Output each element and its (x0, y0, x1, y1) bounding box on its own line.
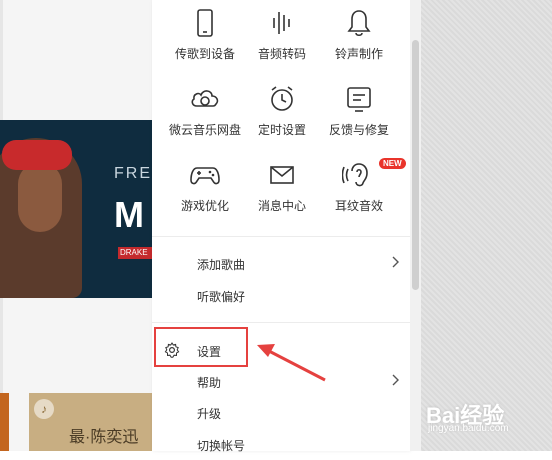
menu-item-weiyun-drive[interactable]: 微云音乐网盘 (165, 84, 245, 144)
banner-tag: DRAKE (118, 247, 152, 259)
menu-item-timer-settings[interactable]: 定时设置 (242, 84, 322, 144)
menu-divider (152, 236, 410, 237)
playlist-thumbnail-chen[interactable]: ♪ 最·陈奕迅 (29, 393, 152, 451)
menu-item-label: 耳纹音效 (334, 199, 383, 213)
chevron-right-icon (392, 374, 399, 386)
music-logo-icon: ♪ (34, 399, 54, 419)
playlist-thumbnail-left[interactable] (0, 393, 9, 451)
phone-transfer-icon (197, 9, 213, 37)
menu-item-listening-preference[interactable]: 听歌偏好 (152, 281, 410, 311)
menu-item-label: 定时设置 (257, 123, 306, 137)
menu-item-ringtone-maker[interactable]: 铃声制作 (319, 8, 399, 68)
menu-item-message-center[interactable]: 消息中心 (242, 160, 322, 220)
menu-item-label: 切换帐号 (197, 439, 246, 453)
menu-item-label: 消息中心 (257, 199, 306, 213)
menu-item-label: 音频转码 (257, 47, 306, 61)
new-badge: NEW (379, 158, 406, 169)
bell-icon (347, 10, 371, 37)
chevron-right-icon (392, 256, 399, 268)
menu-item-add-song[interactable]: 添加歌曲 (152, 249, 410, 279)
alarm-clock-icon (271, 86, 293, 111)
banner-artist-face (18, 162, 62, 232)
envelope-icon (270, 166, 294, 184)
waveform-icon (273, 12, 290, 34)
banner-text-line1: FRE (114, 165, 152, 182)
cloud-drive-icon (191, 90, 219, 107)
menu-item-label: 反馈与修复 (328, 123, 389, 137)
playlist-thumbnail-label: 最·陈奕迅 (69, 429, 139, 446)
menu-item-upgrade[interactable]: 升级 (152, 398, 410, 428)
menu-item-label: 听歌偏好 (197, 290, 246, 304)
menu-item-feedback-repair[interactable]: 反馈与修复 (319, 84, 399, 144)
menu-item-label: 铃声制作 (334, 47, 383, 61)
menu-item-game-optimization[interactable]: 游戏优化 (165, 160, 245, 220)
menu-item-audio-transcode[interactable]: 音频转码 (242, 8, 322, 68)
promo-banner[interactable]: FRE M DRAKE (0, 120, 152, 298)
menu-item-label: 帮助 (197, 376, 222, 390)
menu-scrollbar-thumb[interactable] (412, 40, 419, 290)
annotation-arrow-icon (257, 344, 326, 382)
window-background-right (420, 0, 552, 451)
menu-item-label: 微云音乐网盘 (168, 123, 241, 137)
menu-divider (152, 322, 410, 323)
menu-item-label: 添加歌曲 (197, 258, 246, 272)
menu-item-label: 传歌到设备 (174, 47, 235, 61)
feedback-icon (347, 87, 371, 112)
banner-headband (2, 140, 72, 170)
baidu-watermark-url: jingyan.baidu.com (428, 423, 509, 434)
menu-item-ear-sound-effect[interactable]: NEW 耳纹音效 (319, 158, 406, 220)
gamepad-icon (190, 167, 220, 185)
menu-item-label: 游戏优化 (180, 199, 229, 213)
settings-highlight-box (154, 327, 248, 367)
ear-sound-icon (342, 163, 368, 187)
menu-item-transfer-to-device[interactable]: 传歌到设备 (165, 8, 245, 68)
menu-item-label: 升级 (197, 407, 222, 421)
banner-text-line2: M (114, 194, 144, 235)
menu-item-switch-account[interactable]: 切换帐号 (152, 430, 410, 460)
